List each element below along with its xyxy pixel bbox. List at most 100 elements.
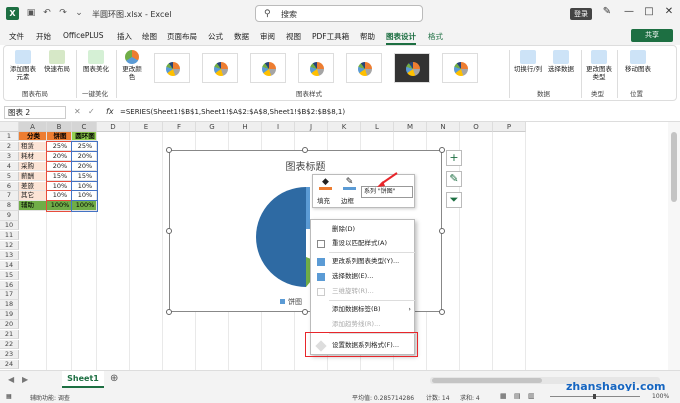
column-header-l[interactable]: L bbox=[361, 122, 394, 132]
tab-help[interactable]: 帮助 bbox=[360, 31, 375, 42]
column-header-c[interactable]: C bbox=[72, 122, 97, 132]
accessibility-status[interactable]: 辅助功能: 调查 bbox=[30, 393, 70, 402]
chart-style-4[interactable] bbox=[298, 53, 334, 83]
column-header-a[interactable]: A bbox=[19, 122, 47, 132]
row-header-22[interactable]: 22 bbox=[0, 339, 19, 350]
tab-page-layout[interactable]: 页面布局 bbox=[167, 31, 197, 42]
normal-view-icon[interactable]: ▦ bbox=[500, 392, 507, 400]
redo-icon[interactable]: ↷ bbox=[58, 8, 68, 18]
resize-handle[interactable] bbox=[439, 228, 445, 234]
table-cell[interactable]: 25% bbox=[46, 140, 73, 153]
table-cell[interactable]: 10% bbox=[71, 180, 98, 192]
row-header-19[interactable]: 19 bbox=[0, 310, 19, 320]
scroll-thumb[interactable] bbox=[671, 132, 677, 202]
chart-styles-brush-icon[interactable]: ✎ bbox=[446, 171, 462, 187]
select-data-button[interactable]: 选择数据 bbox=[545, 50, 577, 73]
cancel-icon[interactable]: ✕ bbox=[74, 107, 81, 116]
row-header-13[interactable]: 13 bbox=[0, 250, 19, 261]
row-header-1[interactable]: 1 bbox=[0, 132, 19, 142]
row-header-8[interactable]: 8 bbox=[0, 201, 19, 211]
table-header-cell[interactable]: 分类 bbox=[19, 132, 47, 142]
name-box[interactable]: 图表 2 bbox=[4, 106, 66, 119]
sheet-tab[interactable]: Sheet1 bbox=[62, 371, 104, 388]
chart-style-2[interactable] bbox=[202, 53, 238, 83]
search-box[interactable]: ⚲ 搜索 bbox=[255, 5, 423, 22]
row-header-2[interactable]: 2 bbox=[0, 141, 19, 152]
table-cell[interactable]: 100% bbox=[46, 200, 73, 212]
menu-add-data-labels[interactable]: 添加数据标签(B) › bbox=[311, 303, 416, 316]
table-cell[interactable]: 20% bbox=[71, 150, 98, 163]
menu-select-data[interactable]: 选择数据(E)... bbox=[311, 270, 416, 283]
chart-style-7[interactable] bbox=[442, 53, 478, 83]
save-icon[interactable]: ▣ bbox=[26, 8, 36, 18]
resize-handle[interactable] bbox=[166, 147, 172, 153]
chart-filter-icon[interactable]: ⏷ bbox=[446, 192, 462, 208]
row-header-4[interactable]: 4 bbox=[0, 161, 19, 172]
login-button[interactable]: 登录 bbox=[570, 8, 592, 20]
column-header-g[interactable]: G bbox=[196, 122, 229, 132]
column-header-o[interactable]: O bbox=[460, 122, 493, 132]
table-cell[interactable]: 租赁 bbox=[19, 141, 47, 152]
menu-change-series-type[interactable]: 更改系列图表类型(Y)... bbox=[311, 255, 416, 268]
formula-input[interactable]: =SERIES(Sheet1!$B$1,Sheet1!$A$2:$A$8,She… bbox=[120, 108, 345, 116]
row-header-24[interactable]: 24 bbox=[0, 359, 19, 370]
resize-handle[interactable] bbox=[166, 228, 172, 234]
table-header-cell[interactable]: 饼图 bbox=[47, 132, 72, 142]
table-cell[interactable]: 辅助 bbox=[19, 201, 47, 211]
chart-style-1[interactable] bbox=[154, 53, 190, 83]
resize-handle[interactable] bbox=[439, 147, 445, 153]
switch-row-col-button[interactable]: 切换行/列 bbox=[513, 50, 543, 73]
tab-view[interactable]: 视图 bbox=[286, 31, 301, 42]
row-header-20[interactable]: 20 bbox=[0, 320, 19, 330]
zoom-level[interactable]: 100% bbox=[652, 393, 669, 400]
tab-home[interactable]: 开始 bbox=[36, 31, 51, 42]
table-cell[interactable]: 15% bbox=[46, 170, 73, 183]
chart-style-3[interactable] bbox=[250, 53, 286, 83]
row-header-5[interactable]: 5 bbox=[0, 171, 19, 181]
row-header-14[interactable]: 14 bbox=[0, 260, 19, 271]
page-break-view-icon[interactable]: ▥ bbox=[528, 392, 535, 400]
row-header-15[interactable]: 15 bbox=[0, 270, 19, 280]
scroll-thumb[interactable] bbox=[432, 378, 542, 383]
select-all-corner[interactable] bbox=[0, 122, 19, 132]
column-header-m[interactable]: M bbox=[394, 122, 427, 132]
tab-data[interactable]: 数据 bbox=[234, 31, 249, 42]
column-header-f[interactable]: F bbox=[163, 122, 196, 132]
row-header-17[interactable]: 17 bbox=[0, 290, 19, 300]
column-header-h[interactable]: H bbox=[229, 122, 262, 132]
table-cell[interactable]: 耗材 bbox=[19, 151, 47, 162]
table-cell[interactable]: 20% bbox=[71, 160, 98, 173]
fx-icon[interactable]: fx bbox=[106, 107, 114, 116]
table-cell[interactable]: 差旅 bbox=[19, 181, 47, 191]
chart-elements-plus-icon[interactable]: + bbox=[446, 150, 462, 166]
column-header-j[interactable]: J bbox=[295, 122, 328, 132]
undo-icon[interactable]: ↶ bbox=[42, 8, 52, 18]
table-cell[interactable]: 10% bbox=[46, 180, 73, 192]
table-cell[interactable]: 10% bbox=[71, 190, 98, 202]
menu-reset-style[interactable]: 重设以匹配样式(A) bbox=[311, 237, 416, 250]
row-header-7[interactable]: 7 bbox=[0, 191, 19, 201]
pen-icon[interactable]: ✎ bbox=[600, 6, 614, 17]
tab-officeplus[interactable]: OfficePLUS bbox=[63, 31, 103, 40]
tab-formulas[interactable]: 公式 bbox=[208, 31, 223, 42]
resize-handle[interactable] bbox=[439, 309, 445, 315]
tab-file[interactable]: 文件 bbox=[9, 31, 24, 42]
chart-style-5[interactable] bbox=[346, 53, 382, 83]
close-icon[interactable]: ✕ bbox=[662, 6, 676, 17]
chart-style-6[interactable] bbox=[394, 53, 430, 83]
resize-handle[interactable] bbox=[166, 309, 172, 315]
tab-pdf-toolbox[interactable]: PDF工具箱 bbox=[312, 31, 349, 42]
outline-label[interactable]: 边框 bbox=[341, 195, 354, 205]
column-header-e[interactable]: E bbox=[130, 122, 163, 132]
change-colors-button[interactable]: 更改颜色 bbox=[120, 50, 144, 81]
add-sheet-icon[interactable]: ⊕ bbox=[110, 373, 118, 384]
row-header-16[interactable]: 16 bbox=[0, 280, 19, 290]
row-header-12[interactable]: 12 bbox=[0, 240, 19, 251]
chart-beautify-button[interactable]: 图表美化 bbox=[80, 50, 112, 73]
resize-handle[interactable] bbox=[302, 147, 308, 153]
row-header-18[interactable]: 18 bbox=[0, 300, 19, 310]
outline-pen-icon[interactable]: ✎ bbox=[343, 177, 356, 190]
table-cell[interactable]: 其它 bbox=[19, 191, 47, 201]
page-layout-view-icon[interactable]: ▤ bbox=[514, 392, 521, 400]
tab-format[interactable]: 格式 bbox=[428, 31, 443, 42]
